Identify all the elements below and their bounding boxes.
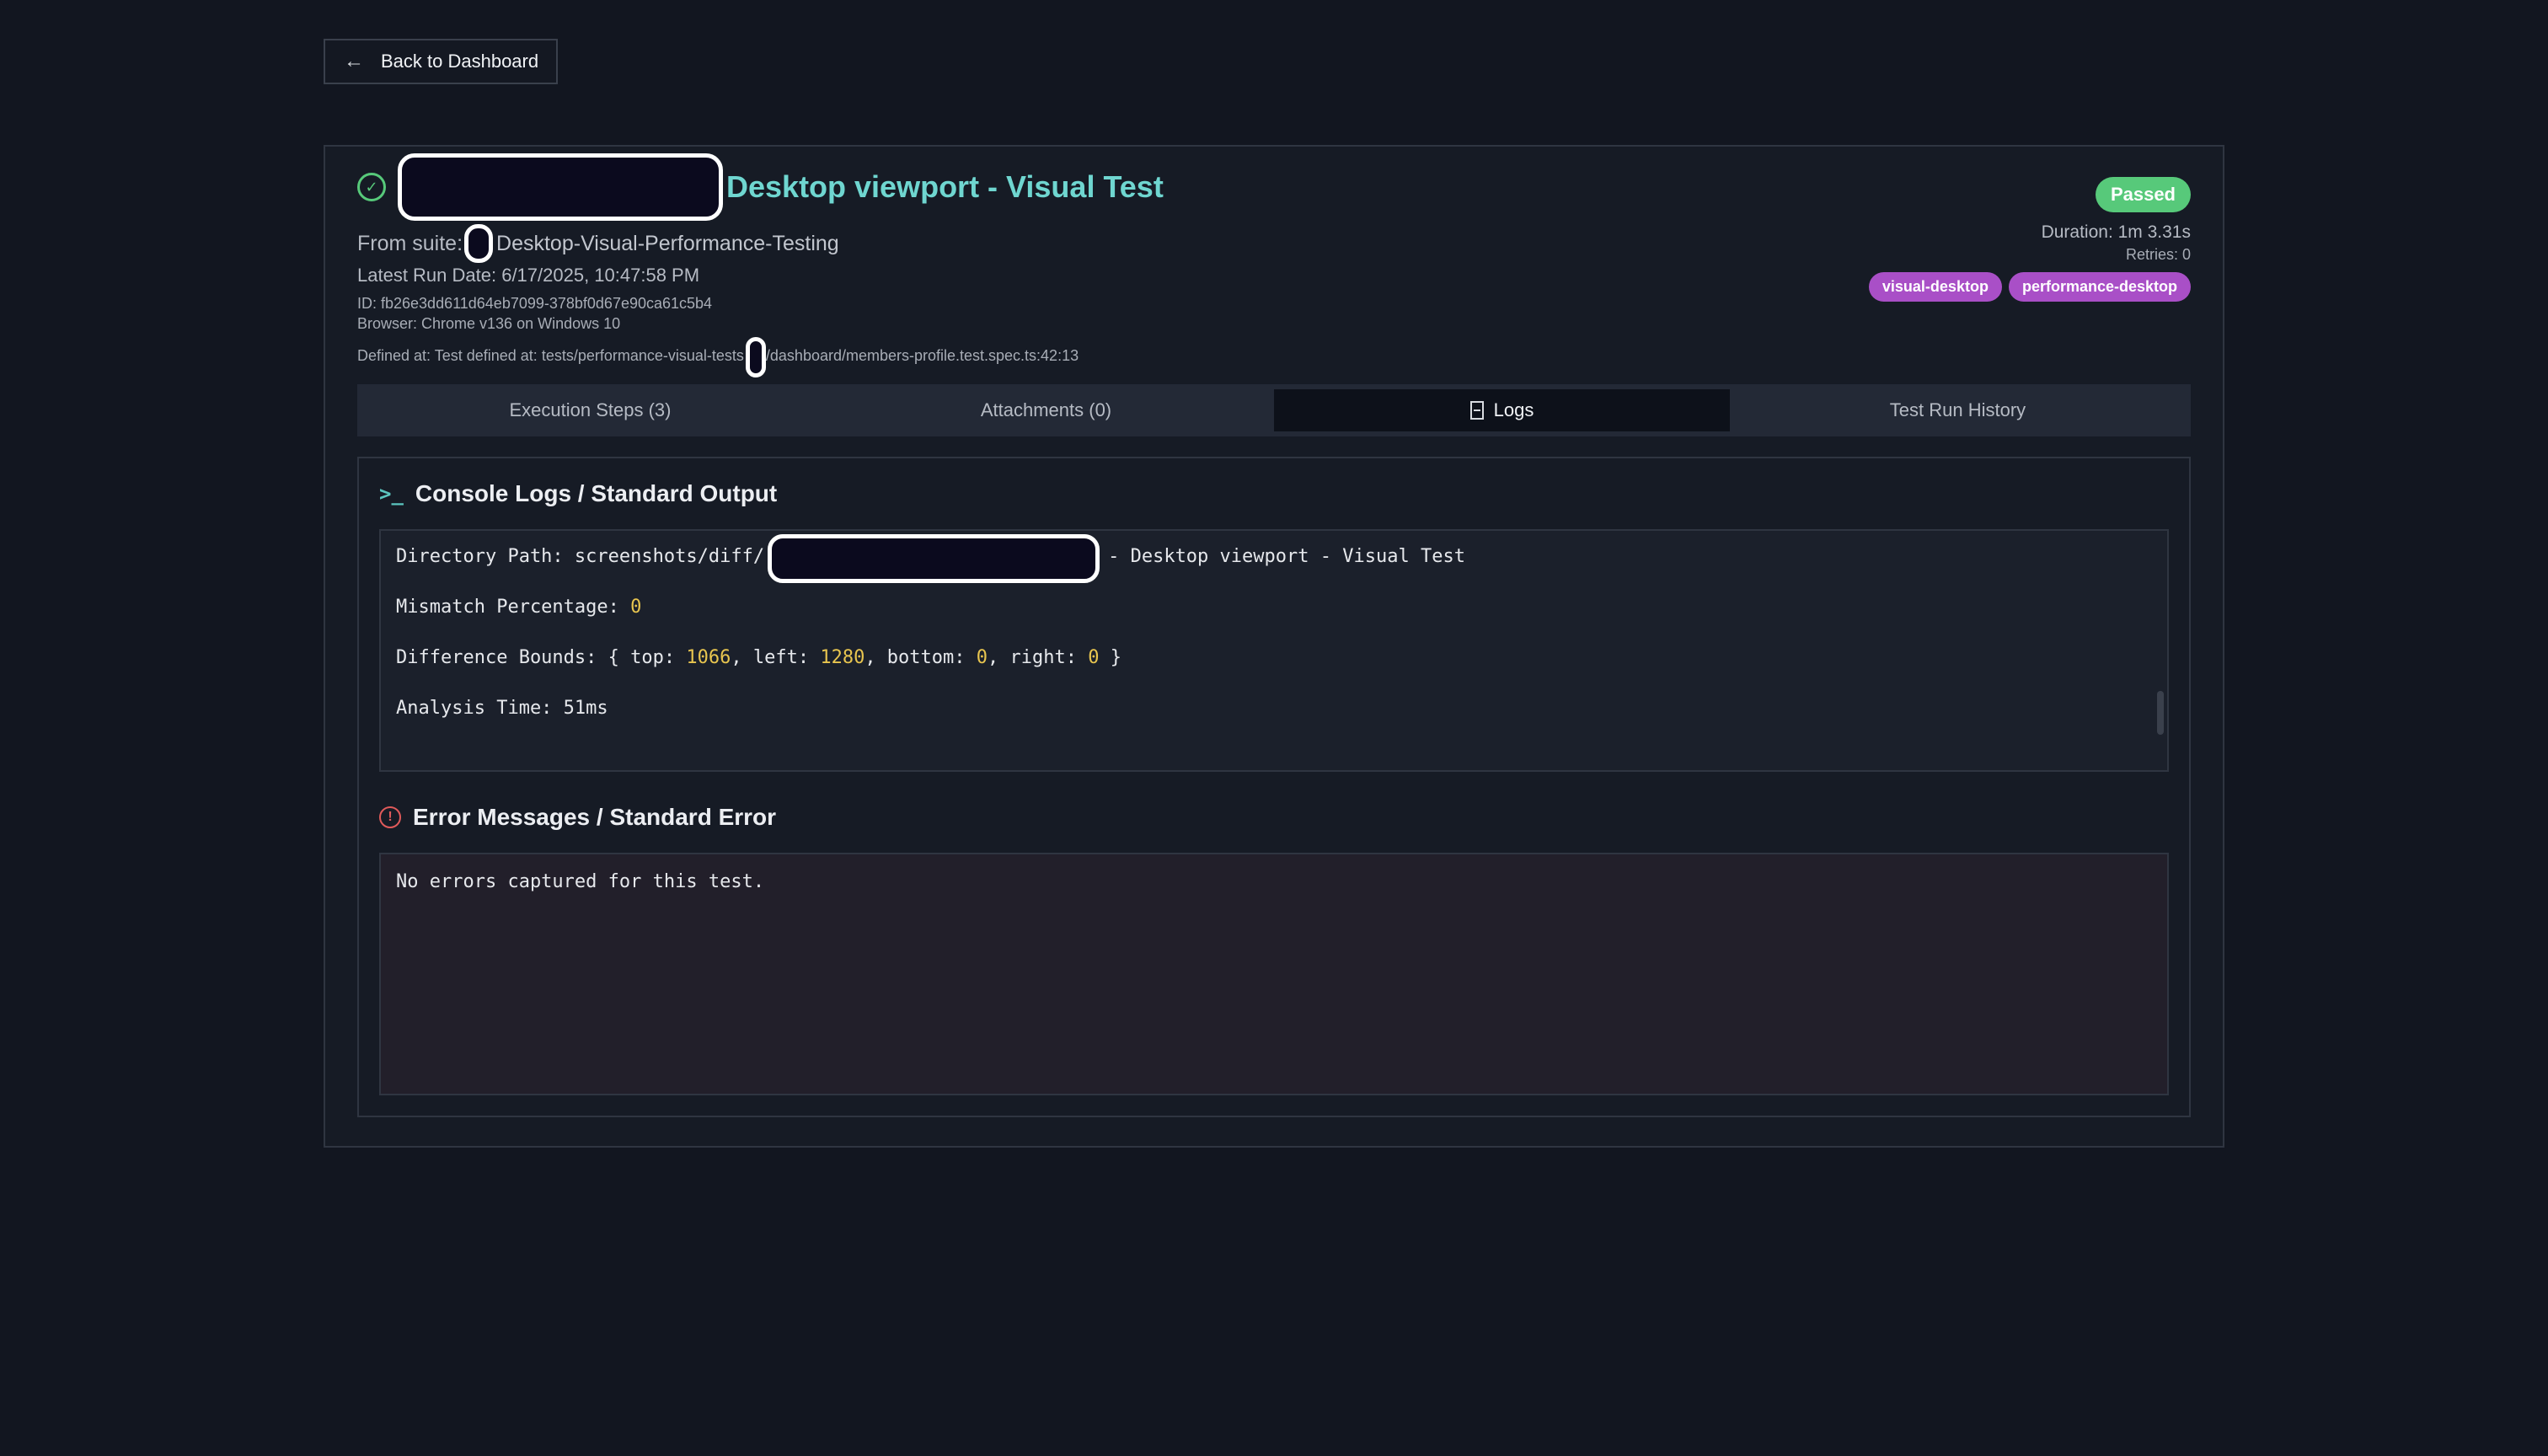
status-panel: Passed Duration: 1m 3.31s Retries: 0 vis… xyxy=(1868,177,2191,302)
redacted-block xyxy=(398,153,723,221)
arrow-left-icon: ← xyxy=(344,50,364,72)
tag-list: visual-desktop performance-desktop xyxy=(1868,272,2191,302)
log-text: Mismatch Percentage: xyxy=(396,597,631,618)
status-badge: Passed xyxy=(2095,177,2191,212)
tag-badge: visual-desktop xyxy=(1868,272,2002,302)
retries: Retries: 0 xyxy=(2125,246,2191,263)
redacted-block xyxy=(464,224,494,263)
console-title: Console Logs / Standard Output xyxy=(415,480,778,506)
log-number: 1066 xyxy=(686,647,731,668)
document-icon xyxy=(1469,401,1484,420)
suite-name: Desktop-Visual-Performance-Testing xyxy=(496,231,839,255)
back-button-label: Back to Dashboard xyxy=(381,51,539,72)
title-row: ✓ Desktop viewport - Visual Test xyxy=(357,153,1164,221)
errors-title: Error Messages / Standard Error xyxy=(413,804,777,830)
log-number: 0 xyxy=(630,597,642,618)
log-line: Analysis Time: 51ms xyxy=(396,698,2152,748)
log-number: 1280 xyxy=(820,647,865,668)
test-title: Desktop viewport - Visual Test xyxy=(726,169,1164,204)
tab-bar: Execution Steps (3) Attachments (0) Logs… xyxy=(357,384,2191,436)
check-circle-icon: ✓ xyxy=(357,173,386,201)
console-section-title: >_ Console Logs / Standard Output xyxy=(379,480,777,507)
log-text: - Desktop viewport - Visual Test xyxy=(1108,546,1465,567)
back-to-dashboard-button[interactable]: ← Back to Dashboard xyxy=(324,39,558,84)
log-text: Analysis Time: 51ms xyxy=(396,698,608,719)
terminal-icon: >_ xyxy=(379,482,404,506)
browser-info: Browser: Chrome v136 on Windows 10 xyxy=(357,315,621,332)
suite-prefix: From suite: xyxy=(357,231,463,255)
duration: Duration: 1m 3.31s xyxy=(2041,222,2191,242)
errors-section-title: ! Error Messages / Standard Error xyxy=(379,804,776,831)
log-text: Difference Bounds: { top: xyxy=(396,647,687,668)
run-date: Latest Run Date: 6/17/2025, 10:47:58 PM xyxy=(357,265,700,286)
tab-test-run-history[interactable]: Test Run History xyxy=(1730,389,2186,431)
log-text: , right: xyxy=(988,647,1089,668)
log-number: 0 xyxy=(1088,647,1100,668)
tab-attachments[interactable]: Attachments (0) xyxy=(818,389,1274,431)
error-message: No errors captured for this test. xyxy=(396,871,765,892)
test-detail-panel: ✓ Desktop viewport - Visual Test From su… xyxy=(324,145,2224,1148)
log-text: , bottom: xyxy=(864,647,977,668)
console-log-box[interactable]: Directory Path: screenshots/diff/ - Desk… xyxy=(379,529,2169,772)
test-header: ✓ Desktop viewport - Visual Test From su… xyxy=(357,147,2191,391)
test-id: ID: fb26e3dd611d64eb7099-378bf0d67e90ca6… xyxy=(357,295,713,312)
redacted-block xyxy=(768,534,1100,583)
error-log-box[interactable]: No errors captured for this test. xyxy=(379,853,2169,1095)
tab-execution-steps[interactable]: Execution Steps (3) xyxy=(362,389,818,431)
defined-suffix: /dashboard/members-profile.test.spec.ts:… xyxy=(765,346,1079,364)
log-text: } xyxy=(1099,647,1121,668)
log-line: Mismatch Percentage: 0 xyxy=(396,597,2152,647)
log-text: Directory Path: screenshots/diff/ xyxy=(396,546,765,567)
alert-circle-icon: ! xyxy=(379,806,401,828)
log-line: Difference Bounds: { top: 1066, left: 12… xyxy=(396,647,2152,698)
scrollbar-thumb[interactable] xyxy=(2157,691,2164,735)
tag-badge: performance-desktop xyxy=(2008,272,2191,302)
defined-prefix: Defined at: Test defined at: tests/perfo… xyxy=(357,346,744,364)
redacted-block xyxy=(745,337,766,377)
tab-logs-label: Logs xyxy=(1493,399,1534,420)
log-text: , left: xyxy=(731,647,821,668)
log-number: 0 xyxy=(976,647,988,668)
defined-at: Defined at: Test defined at: tests/perfo… xyxy=(357,335,1079,377)
logs-content: >_ Console Logs / Standard Output Direct… xyxy=(357,457,2191,1117)
log-line: Directory Path: screenshots/diff/ - Desk… xyxy=(396,534,2152,597)
suite-row: From suite: Desktop-Visual-Performance-T… xyxy=(357,224,839,263)
tab-logs[interactable]: Logs xyxy=(1274,389,1730,431)
